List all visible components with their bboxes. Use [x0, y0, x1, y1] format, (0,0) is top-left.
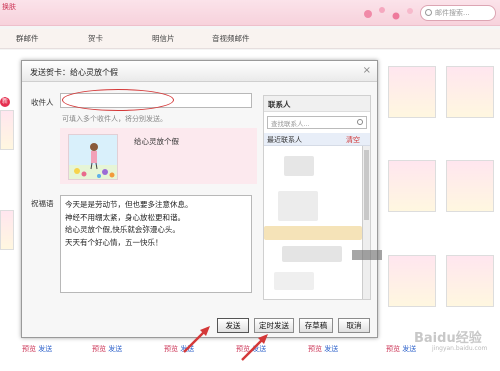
- card-thumbnail[interactable]: [446, 160, 494, 212]
- send-link[interactable]: 发送: [108, 345, 122, 353]
- scrollbar-thumb[interactable]: [364, 150, 369, 220]
- preview-link[interactable]: 预览: [386, 345, 400, 353]
- card-links: 预览 发送: [92, 344, 122, 354]
- preview-link[interactable]: 预览: [164, 345, 178, 353]
- new-badge: 新: [0, 97, 10, 107]
- send-link[interactable]: 发送: [324, 345, 338, 353]
- card-thumbnail[interactable]: [0, 210, 14, 250]
- message-line: 神经不用绷太紧，身心放松更和谐。: [65, 212, 185, 222]
- message-line: 给心灵放个假,快乐就会弥漫心头。: [65, 225, 180, 234]
- cancel-button[interactable]: 取消: [338, 318, 370, 333]
- card-name: 给心灵放个假: [134, 137, 179, 146]
- preview-link[interactable]: 预览: [92, 345, 106, 353]
- card-illustration-icon: [69, 135, 117, 179]
- contact-item[interactable]: [278, 191, 318, 221]
- skin-link[interactable]: 换肤: [2, 2, 16, 12]
- top-bar: 换肤 邮件搜索...: [0, 0, 500, 26]
- annotation-circle: [62, 89, 174, 111]
- message-line: 今天是是劳动节，但也要多注意休息。: [65, 200, 193, 209]
- recipient-hint: 可填入多个收件人，将分别发送。: [62, 115, 167, 123]
- redaction-mark: [352, 250, 382, 260]
- watermark-logo: Baidu经验: [414, 331, 482, 346]
- contacts-search-placeholder: 查找联系人...: [271, 120, 310, 128]
- mail-search-placeholder: 邮件搜索...: [435, 9, 470, 17]
- contact-item[interactable]: [282, 246, 342, 262]
- dialog-title: 发送贺卡：给心灵放个假: [30, 68, 118, 77]
- tab-postcard[interactable]: 明信片: [152, 33, 175, 44]
- card-thumbnail[interactable]: [446, 66, 494, 118]
- contact-item[interactable]: [284, 156, 314, 176]
- tab-group-mail[interactable]: 群邮件: [16, 33, 39, 44]
- card-thumbnail[interactable]: [0, 110, 14, 150]
- preview-link[interactable]: 预览: [22, 345, 36, 353]
- mail-search-input[interactable]: 邮件搜索...: [420, 5, 496, 21]
- card-thumbnail[interactable]: [388, 255, 436, 307]
- send-card-dialog: 发送贺卡：给心灵放个假 × 收件人 可填入多个收件人，将分别发送。 给心灵放个假…: [21, 60, 382, 338]
- dialog-title-bar: 发送贺卡：给心灵放个假 ×: [22, 61, 377, 82]
- card-thumbnail[interactable]: [446, 255, 494, 307]
- recipient-label: 收件人: [31, 98, 54, 107]
- card-preview: 给心灵放个假: [60, 128, 257, 184]
- decorative-flowers-icon: [364, 7, 413, 20]
- save-draft-button[interactable]: 存草稿: [299, 318, 333, 333]
- watermark-url: jingyan.baidu.com: [432, 345, 488, 352]
- message-textarea[interactable]: 今天是是劳动节，但也要多注意休息。 神经不用绷太紧，身心放松更和谐。 给心灵放个…: [60, 195, 252, 293]
- close-icon[interactable]: ×: [363, 65, 371, 76]
- send-link[interactable]: 发送: [402, 345, 416, 353]
- recent-contacts-header[interactable]: 最近联系人 清空: [264, 133, 370, 146]
- contact-item[interactable]: [264, 226, 362, 240]
- search-icon: [425, 9, 432, 16]
- message-line: 天天有个好心情，五一快乐！: [65, 237, 163, 247]
- contacts-title: 联系人: [264, 96, 370, 112]
- card-links: 预览 发送: [22, 344, 52, 354]
- tab-video-mail[interactable]: 音视频邮件: [212, 33, 250, 44]
- clear-button[interactable]: 清空: [346, 135, 360, 145]
- card-image: [68, 134, 118, 180]
- category-tabs: 群邮件 贺卡 明信片 音视频邮件: [0, 29, 500, 49]
- contacts-panel: 联系人 查找联系人... 最近联系人 清空: [263, 95, 371, 300]
- card-thumbnail[interactable]: [388, 160, 436, 212]
- recent-contacts-label: 最近联系人: [267, 136, 302, 144]
- contact-item[interactable]: [274, 272, 314, 290]
- annotation-arrow-icon: [183, 326, 210, 353]
- tab-greeting-card[interactable]: 贺卡: [88, 33, 103, 44]
- message-label: 祝福语: [31, 199, 54, 208]
- annotation-arrow-icon: [241, 334, 268, 361]
- search-icon[interactable]: [357, 119, 363, 125]
- preview-link[interactable]: 预览: [308, 345, 322, 353]
- contacts-scrollbar[interactable]: [362, 146, 370, 299]
- card-links: 预览 发送: [386, 344, 416, 354]
- contacts-search-input[interactable]: 查找联系人...: [267, 116, 367, 129]
- send-link[interactable]: 发送: [38, 345, 52, 353]
- card-links: 预览 发送: [308, 344, 338, 354]
- card-thumbnail[interactable]: [388, 66, 436, 118]
